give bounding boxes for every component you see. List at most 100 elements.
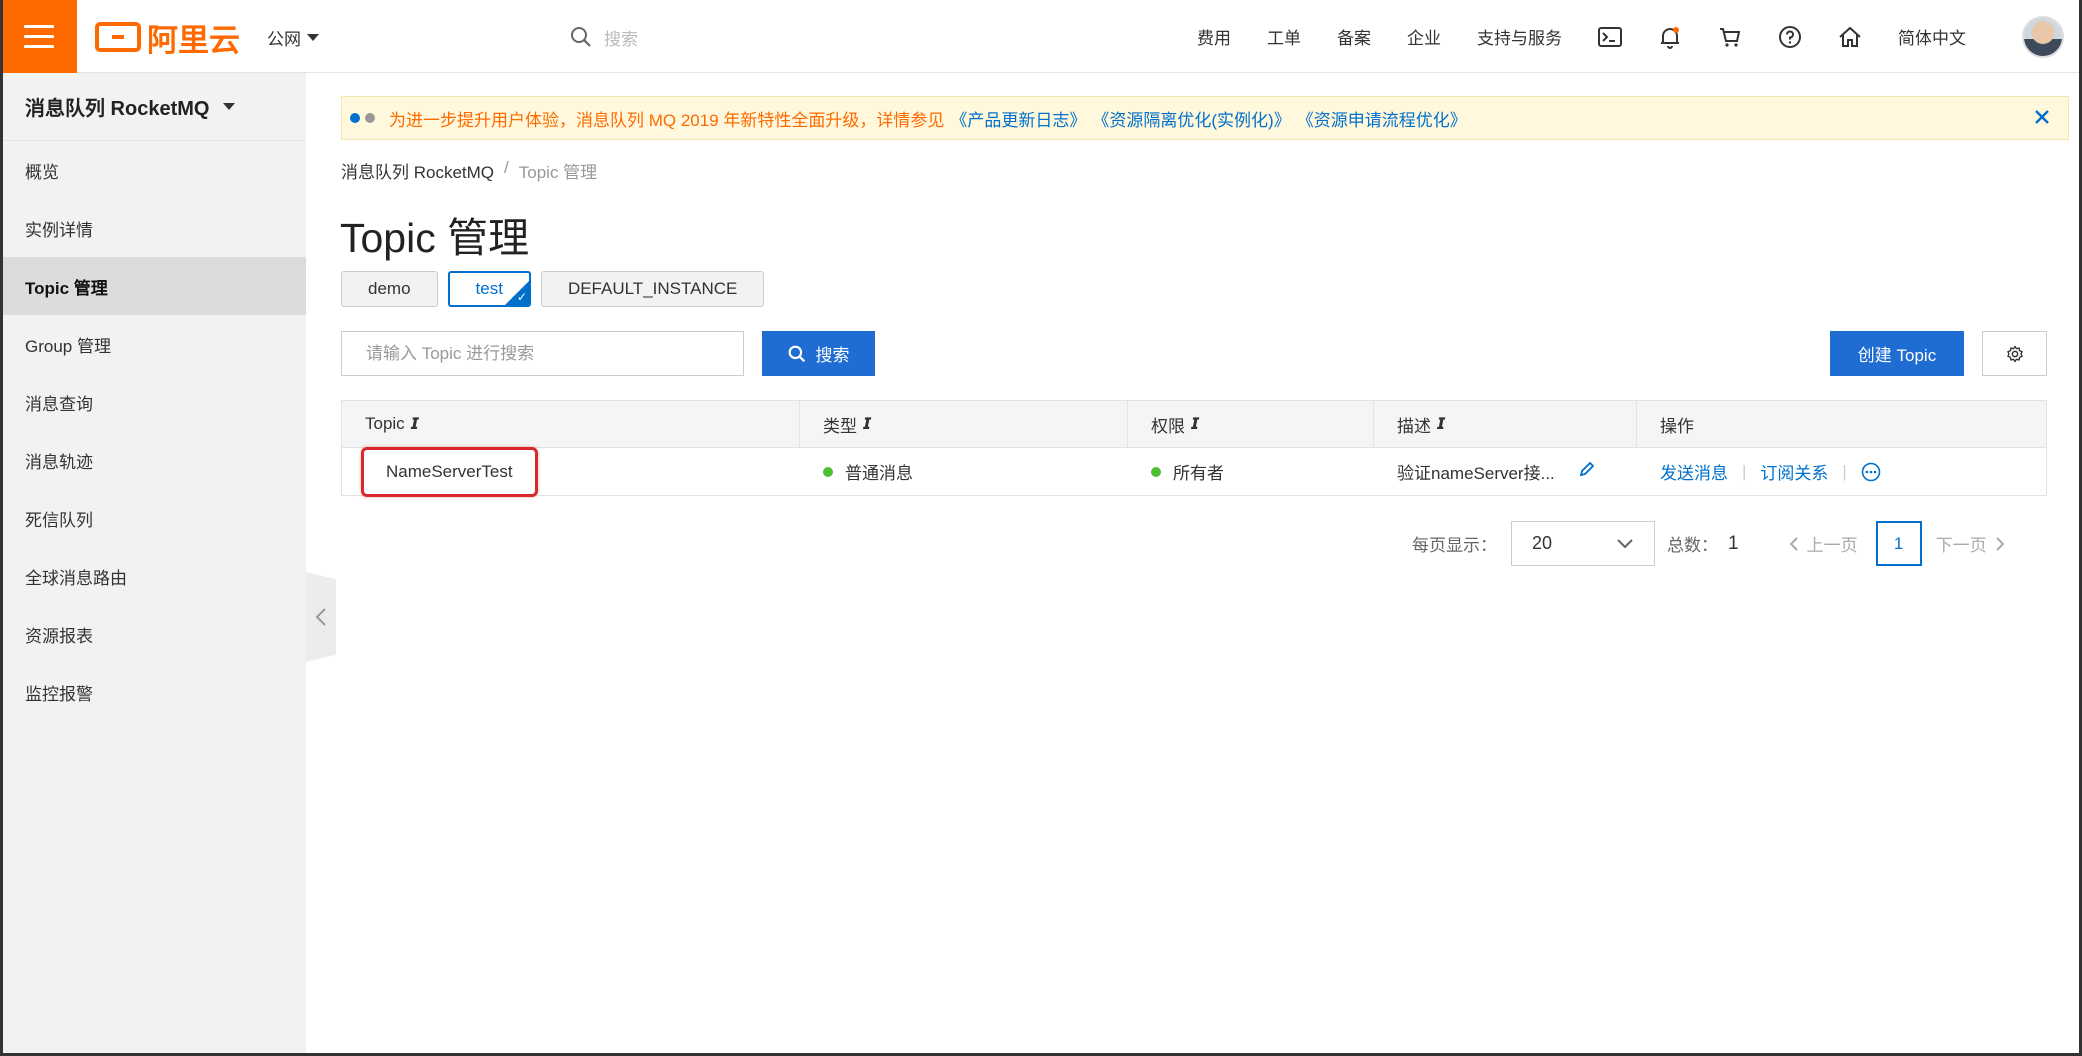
- global-search-placeholder: 搜索: [604, 29, 638, 49]
- column-header-description: 描述 𝙄: [1374, 401, 1637, 447]
- filter-icon[interactable]: 𝙄: [1191, 414, 1199, 434]
- carousel-dot[interactable]: [365, 113, 375, 123]
- action-separator: |: [1742, 461, 1747, 481]
- topic-search-input[interactable]: [341, 331, 744, 376]
- column-header-label: 类型: [823, 416, 857, 436]
- sidebar-item-group-management[interactable]: Group 管理: [3, 315, 306, 373]
- page-size-label: 每页显示：: [1412, 536, 1497, 555]
- nav-fees[interactable]: 费用: [1179, 24, 1249, 49]
- edit-pencil-icon[interactable]: [1579, 461, 1595, 482]
- help-icon[interactable]: [1760, 25, 1820, 49]
- topic-name[interactable]: NameServerTest: [361, 446, 538, 497]
- avatar[interactable]: [2022, 16, 2064, 58]
- filter-icon[interactable]: 𝙄: [1437, 414, 1445, 434]
- column-header-label: Topic: [365, 414, 405, 433]
- prev-page-button[interactable]: 上一页: [1789, 531, 1858, 556]
- nav-support[interactable]: 支持与服务: [1459, 24, 1580, 49]
- column-header-label: 描述: [1397, 416, 1431, 436]
- region-selector[interactable]: 公网: [267, 25, 319, 50]
- chevron-down-icon: [1617, 538, 1633, 548]
- nav-enterprise[interactable]: 企业: [1389, 24, 1459, 49]
- nav-icp[interactable]: 备案: [1319, 24, 1389, 49]
- create-topic-button[interactable]: 创建 Topic: [1830, 331, 1964, 376]
- filter-icon[interactable]: 𝙄: [411, 414, 419, 434]
- sidebar-item-resource-report[interactable]: 资源报表: [3, 605, 306, 663]
- product-title: 消息队列 RocketMQ: [25, 98, 210, 120]
- sidebar-item-topic-management[interactable]: Topic 管理: [3, 257, 306, 315]
- chevron-right-icon: [1995, 536, 2004, 551]
- permission-value: 所有者: [1173, 464, 1224, 483]
- region-label: 公网: [267, 30, 301, 49]
- next-page-button[interactable]: 下一页: [1936, 531, 2005, 556]
- sidebar-collapse-button[interactable]: [306, 572, 336, 662]
- search-button[interactable]: 搜索: [762, 331, 875, 376]
- notice-banner: 为进一步提升用户体验，消息队列 MQ 2019 年新特性全面升级，详情参见 《产…: [341, 96, 2069, 140]
- actions-cell: 发送消息 | 订阅关系 |: [1637, 448, 2046, 495]
- total-label: 总数：: [1667, 536, 1718, 555]
- page-size-select[interactable]: 20: [1511, 521, 1655, 566]
- aliyun-logo-icon: [95, 22, 141, 52]
- breadcrumb-current: Topic 管理: [518, 163, 598, 182]
- bell-icon[interactable]: [1640, 25, 1700, 49]
- home-icon[interactable]: [1820, 25, 1880, 49]
- instance-tabs: demo test ✓ DEFAULT_INSTANCE: [341, 271, 765, 307]
- status-dot: [823, 466, 833, 477]
- action-separator: |: [1842, 461, 1847, 481]
- sidebar-item-dead-letter-queue[interactable]: 死信队列: [3, 489, 306, 547]
- breadcrumb-separator: /: [504, 158, 509, 177]
- sidebar-item-overview[interactable]: 概览: [3, 141, 306, 199]
- more-options-icon[interactable]: [1861, 462, 1881, 482]
- nav-tickets[interactable]: 工单: [1249, 24, 1319, 49]
- column-header-permission: 权限 𝙄: [1128, 401, 1374, 447]
- notice-link-changelog[interactable]: 《产品更新日志》: [950, 106, 1086, 131]
- global-search[interactable]: 搜索: [570, 20, 950, 54]
- breadcrumb: 消息队列 RocketMQ / Topic 管理: [341, 158, 597, 183]
- permission-cell: 所有者: [1128, 448, 1374, 495]
- check-icon: ✓: [516, 290, 527, 304]
- instance-tab-label: test: [475, 279, 503, 298]
- page-number-button[interactable]: 1: [1875, 521, 1922, 566]
- cart-icon[interactable]: [1700, 25, 1760, 49]
- instance-tab-test[interactable]: test ✓: [447, 271, 531, 307]
- top-bar: 阿里云 公网 搜索 费用 工单 备案 企业 支持与服务 简体中文: [0, 0, 2082, 73]
- product-switcher[interactable]: 消息队列 RocketMQ: [3, 73, 306, 141]
- sidebar-item-message-trace[interactable]: 消息轨迹: [3, 431, 306, 489]
- notice-link-isolation[interactable]: 《资源隔离优化(实例化)》: [1092, 106, 1290, 131]
- sidebar-item-monitoring-alerts[interactable]: 监控报警: [3, 663, 306, 721]
- terminal-icon[interactable]: [1580, 26, 1640, 47]
- chevron-left-icon: [315, 608, 326, 626]
- column-header-label: 权限: [1151, 416, 1185, 436]
- instance-tab-default[interactable]: DEFAULT_INSTANCE: [540, 271, 765, 307]
- hamburger-menu-button[interactable]: [0, 0, 77, 73]
- menu-line: [23, 25, 54, 28]
- breadcrumb-parent[interactable]: 消息队列 RocketMQ: [341, 158, 494, 183]
- carousel-dots[interactable]: [350, 113, 375, 123]
- sidebar-item-message-query[interactable]: 消息查询: [3, 373, 306, 431]
- sidebar-item-global-routing[interactable]: 全球消息路由: [3, 547, 306, 605]
- instance-tab-demo[interactable]: demo: [341, 271, 438, 307]
- notice-text: 为进一步提升用户体验，消息队列 MQ 2019 年新特性全面升级，详情参见: [389, 110, 945, 130]
- notice-link-process[interactable]: 《资源申请流程优化》: [1297, 106, 1467, 131]
- total-value: 1: [1728, 532, 1739, 554]
- aliyun-logo[interactable]: 阿里云: [95, 18, 240, 58]
- pagination: 每页显示： 20 总数： 1 上一页 1 下一页: [1412, 521, 2005, 566]
- search-icon: [571, 27, 591, 47]
- column-header-type: 类型 𝙄: [800, 401, 1128, 447]
- language-switch[interactable]: 简体中文: [1880, 24, 1984, 49]
- carousel-dot[interactable]: [350, 113, 360, 123]
- send-message-link[interactable]: 发送消息: [1660, 459, 1728, 484]
- sidebar-item-instance-details[interactable]: 实例详情: [3, 199, 306, 257]
- aliyun-logo-text: 阿里云: [147, 22, 240, 58]
- close-icon[interactable]: [2032, 107, 2052, 132]
- page-title: Topic 管理: [340, 215, 530, 261]
- next-page-label: 下一页: [1935, 536, 1987, 555]
- filter-icon[interactable]: 𝙄: [863, 414, 871, 434]
- description-cell: 验证nameServer接...: [1374, 448, 1637, 495]
- instance-tab-label: demo: [368, 279, 411, 298]
- column-header-topic: Topic 𝙄: [342, 401, 800, 447]
- status-dot: [1151, 466, 1161, 477]
- table-settings-button[interactable]: [1982, 331, 2047, 376]
- caret-down-icon: [307, 34, 319, 41]
- table-header: Topic 𝙄 类型 𝙄 权限 𝙄 描述 𝙄 操作: [342, 401, 2046, 448]
- subscription-link[interactable]: 订阅关系: [1760, 459, 1828, 484]
